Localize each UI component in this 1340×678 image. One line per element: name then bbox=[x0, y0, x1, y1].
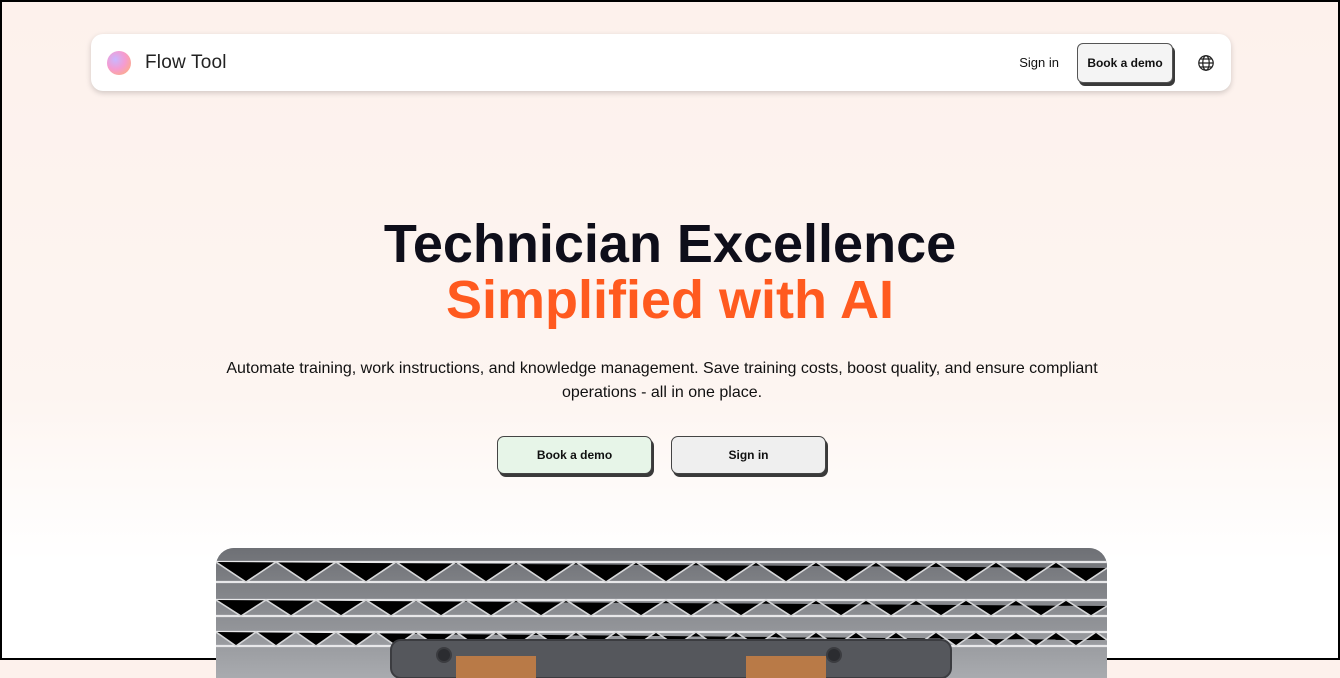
factory-ceiling-illustration bbox=[216, 548, 1107, 678]
hero-book-demo-button[interactable]: Book a demo bbox=[497, 436, 652, 474]
factory-ceiling-image bbox=[216, 548, 1107, 678]
hero-subtitle: Automate training, work instructions, an… bbox=[226, 360, 1098, 401]
nav-book-demo-button[interactable]: Book a demo bbox=[1077, 42, 1173, 83]
globe-icon[interactable] bbox=[1197, 54, 1215, 72]
hero-title-line-2: Simplified with AI bbox=[445, 270, 894, 330]
top-navbar: Flow Tool Sign in Book a demo bbox=[91, 34, 1231, 91]
brand-name[interactable]: Flow Tool bbox=[145, 52, 227, 74]
hero-sign-in-button[interactable]: Sign in bbox=[671, 436, 826, 474]
nav-sign-in-link[interactable]: Sign in bbox=[1019, 55, 1059, 70]
nav-actions: Sign in Book a demo bbox=[1019, 42, 1215, 83]
flow-tool-logo-icon[interactable] bbox=[107, 50, 131, 75]
hero-title-line-1: Technician Excellence bbox=[383, 214, 957, 274]
